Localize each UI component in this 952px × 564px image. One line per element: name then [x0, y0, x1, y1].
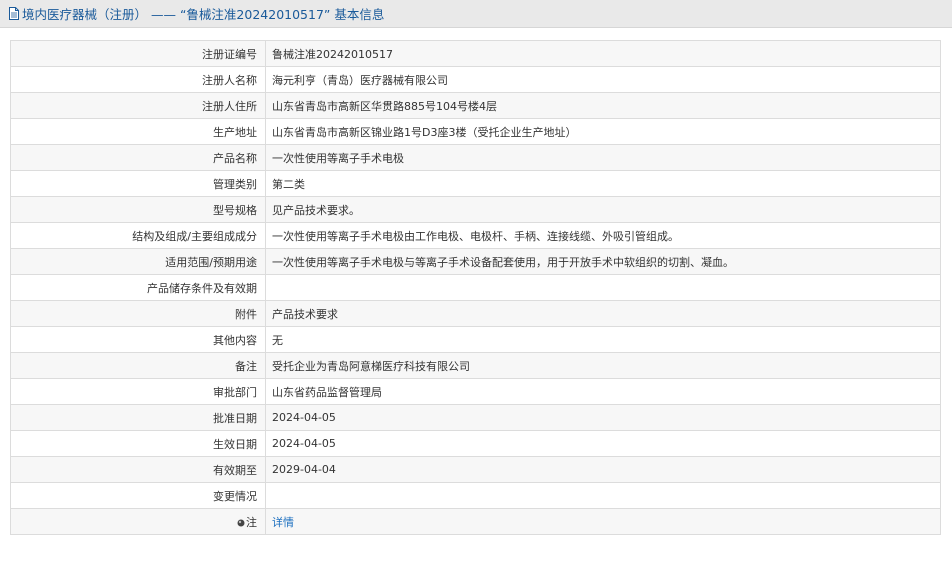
row-label: 注册人住所 — [10, 92, 266, 119]
basic-info-table: 注册证编号 鲁械注准20242010517 注册人名称 海元利亨（青岛）医疗器械有限… — [10, 40, 941, 535]
note-row: 注 详情 — [10, 508, 941, 535]
row-value: 受托企业为青岛阿意梯医疗科技有限公司 — [265, 352, 941, 379]
row-value: 山东省药品监督管理局 — [265, 378, 941, 405]
row-value: 一次性使用等离子手术电极 — [265, 144, 941, 171]
row-value — [265, 274, 941, 301]
row-label: 备注 — [10, 352, 266, 379]
row-label: 批准日期 — [10, 404, 266, 431]
row-label: 管理类别 — [10, 170, 266, 197]
row-label: 产品名称 — [10, 144, 266, 171]
row-value: 第二类 — [265, 170, 941, 197]
table-row: 注册人名称 海元利亨（青岛）医疗器械有限公司 — [10, 66, 941, 93]
table-row: 变更情况 — [10, 482, 941, 509]
table-row: 批准日期 2024-04-05 — [10, 404, 941, 431]
row-label: 审批部门 — [10, 378, 266, 405]
row-label: 注册证编号 — [10, 40, 266, 67]
note-value-cell: 详情 — [265, 508, 941, 535]
row-value: 2029-04-04 — [265, 456, 941, 483]
page-title: 境内医疗器械（注册） —— “鲁械注准20242010517” 基本信息 — [22, 7, 385, 22]
row-value: 一次性使用等离子手术电极由工作电极、电极杆、手柄、连接线缆、外吸引管组成。 — [265, 222, 941, 249]
row-value: 2024-04-05 — [265, 404, 941, 431]
table-row: 注册证编号 鲁械注准20242010517 — [10, 40, 941, 67]
table-row: 管理类别 第二类 — [10, 170, 941, 197]
row-value — [265, 482, 941, 509]
row-label: 附件 — [10, 300, 266, 327]
table-row: 其他内容无 — [10, 326, 941, 353]
row-label: 适用范围/预期用途 — [10, 248, 266, 275]
info-table-container: 注册证编号 鲁械注准20242010517 注册人名称 海元利亨（青岛）医疗器械有限… — [10, 40, 941, 535]
row-label: 变更情况 — [10, 482, 266, 509]
table-row: 注册人住所 山东省青岛市高新区华贯路885号104号楼4层 — [10, 92, 941, 119]
row-label: 注册人名称 — [10, 66, 266, 93]
table-row: 有效期至 2029-04-04 — [10, 456, 941, 483]
table-row: 适用范围/预期用途 一次性使用等离子手术电极与等离子手术设备配套使用，用于开放手术… — [10, 248, 941, 275]
table-row: 附件 产品技术要求 — [10, 300, 941, 327]
detail-link[interactable]: 详情 — [272, 516, 294, 529]
row-label: 其他内容 — [10, 326, 266, 353]
table-row: 生效日期 2024-04-05 — [10, 430, 941, 457]
row-label: 结构及组成/主要组成成分 — [10, 222, 266, 249]
table-row: 生产地址 山东省青岛市高新区锦业路1号D3座3楼（受托企业生产地址） — [10, 118, 941, 145]
row-value: 鲁械注准20242010517 — [265, 40, 941, 67]
page-header: 境内医疗器械（注册） —— “鲁械注准20242010517” 基本信息 — [0, 0, 952, 28]
row-value: 无 — [265, 326, 941, 353]
document-icon — [9, 7, 19, 20]
row-label: 型号规格 — [10, 196, 266, 223]
table-row: 型号规格 见产品技术要求。 — [10, 196, 941, 223]
note-label: 注 — [246, 515, 257, 529]
row-value: 一次性使用等离子手术电极与等离子手术设备配套使用，用于开放手术中软组织的切割、凝… — [265, 248, 941, 275]
note-pin-icon — [237, 519, 245, 526]
note-label-cell: 注 — [10, 508, 266, 535]
row-label: 产品储存条件及有效期 — [10, 274, 266, 301]
row-value: 山东省青岛市高新区锦业路1号D3座3楼（受托企业生产地址） — [265, 118, 941, 145]
table-row: 产品储存条件及有效期 — [10, 274, 941, 301]
row-label: 生产地址 — [10, 118, 266, 145]
table-row: 结构及组成/主要组成成分 一次性使用等离子手术电极由工作电极、电极杆、手柄、连接线… — [10, 222, 941, 249]
row-value: 产品技术要求 — [265, 300, 941, 327]
table-row: 产品名称 一次性使用等离子手术电极 — [10, 144, 941, 171]
row-label: 生效日期 — [10, 430, 266, 457]
table-row: 备注 受托企业为青岛阿意梯医疗科技有限公司 — [10, 352, 941, 379]
row-value: 见产品技术要求。 — [265, 196, 941, 223]
row-value: 海元利亨（青岛）医疗器械有限公司 — [265, 66, 941, 93]
row-value: 山东省青岛市高新区华贯路885号104号楼4层 — [265, 92, 941, 119]
row-value: 2024-04-05 — [265, 430, 941, 457]
table-row: 审批部门 山东省药品监督管理局 — [10, 378, 941, 405]
row-label: 有效期至 — [10, 456, 266, 483]
